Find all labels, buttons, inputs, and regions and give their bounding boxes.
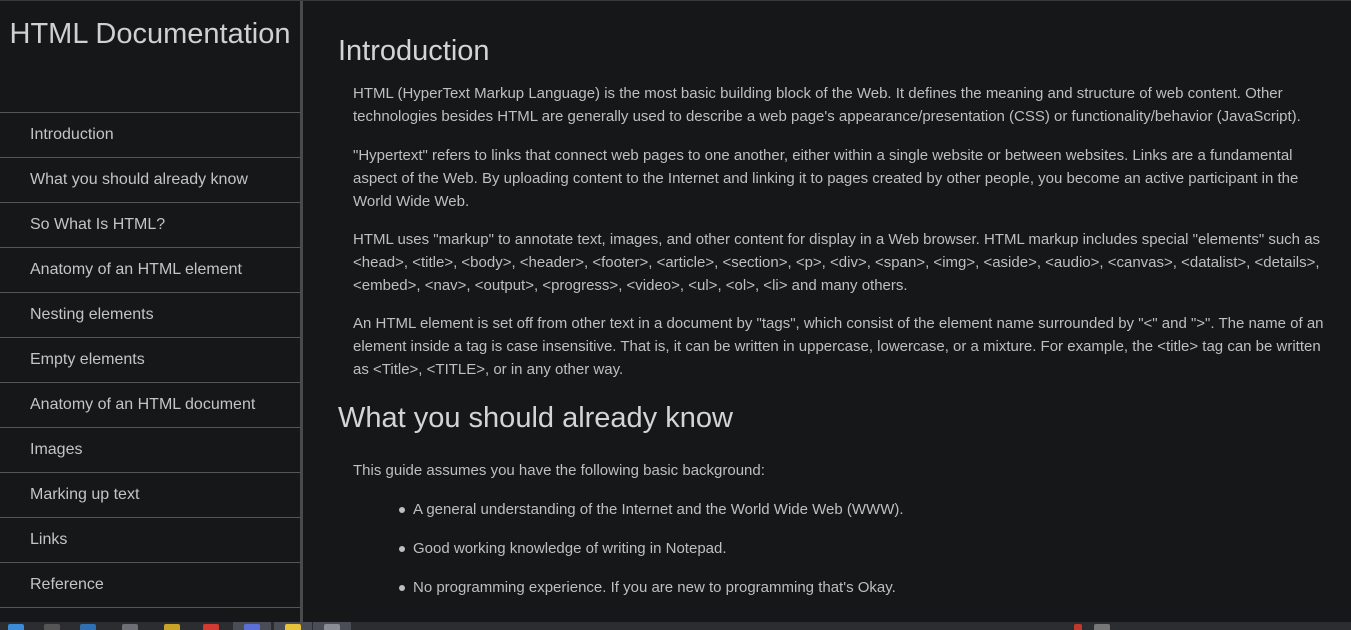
nav-link-introduction[interactable]: Introduction xyxy=(0,113,300,158)
browser-page: HTML Documentation Introduction What you… xyxy=(0,0,1351,630)
list-item-text: A general understanding of the Internet … xyxy=(413,501,904,518)
section-what-you-should-already-know: What you should already know This guide … xyxy=(338,399,1325,599)
list-item-text: Good working knowledge of writing in Not… xyxy=(413,540,727,557)
bullet-icon xyxy=(399,585,405,591)
sidebar-header: HTML Documentation xyxy=(0,1,300,113)
tray-icon[interactable] xyxy=(1094,624,1110,630)
list-item-text: No programming experience. If you are ne… xyxy=(413,579,896,596)
app-icon[interactable] xyxy=(164,624,180,630)
bullet-icon xyxy=(399,507,405,513)
section-heading-what-you-should-know: What you should already know xyxy=(338,402,733,434)
background-list: A general understanding of the Internet … xyxy=(338,498,1325,599)
browser-icon[interactable] xyxy=(203,624,219,630)
content-body: Introduction HTML (HyperText Markup Lang… xyxy=(303,1,1351,599)
start-menu-icon[interactable] xyxy=(8,624,24,630)
nav-link-images[interactable]: Images xyxy=(0,428,300,473)
nav-link-empty-elements[interactable]: Empty elements xyxy=(0,338,300,383)
list-item: Good working knowledge of writing in Not… xyxy=(398,537,1325,560)
sidebar-nav: HTML Documentation Introduction What you… xyxy=(0,1,300,622)
background-intro-text: This guide assumes you have the followin… xyxy=(353,462,765,479)
list-item: A general understanding of the Internet … xyxy=(398,498,1325,521)
nav-link-anatomy-of-element[interactable]: Anatomy of an HTML element xyxy=(0,248,300,293)
list-item: No programming experience. If you are ne… xyxy=(398,576,1325,599)
terminal-icon[interactable] xyxy=(44,624,60,630)
nav-link-reference[interactable]: Reference xyxy=(0,563,300,608)
nav-link-marking-up-text[interactable]: Marking up text xyxy=(0,473,300,518)
intro-paragraph-1: HTML (HyperText Markup Language) is the … xyxy=(353,85,1301,125)
window-icon[interactable] xyxy=(285,624,301,630)
bullet-icon xyxy=(399,546,405,552)
nav-list: Introduction What you should already kno… xyxy=(0,113,300,608)
window-icon[interactable] xyxy=(244,624,260,630)
nav-link-links[interactable]: Links xyxy=(0,518,300,563)
file-manager-icon[interactable] xyxy=(80,624,96,630)
os-taskbar xyxy=(0,622,1351,630)
section-heading-introduction: Introduction xyxy=(338,35,490,67)
nav-link-anatomy-of-document[interactable]: Anatomy of an HTML document xyxy=(0,383,300,428)
tray-icon[interactable] xyxy=(1074,624,1082,630)
intro-paragraph-2: "Hypertext" refers to links that connect… xyxy=(353,147,1299,210)
intro-paragraph-3: HTML uses "markup" to annotate text, ima… xyxy=(353,231,1321,294)
section-introduction: Introduction HTML (HyperText Markup Lang… xyxy=(338,1,1325,381)
nav-link-nesting-elements[interactable]: Nesting elements xyxy=(0,293,300,338)
intro-paragraph-4: An HTML element is set off from other te… xyxy=(353,315,1324,378)
nav-link-what-you-should-already-know[interactable]: What you should already know xyxy=(0,158,300,203)
main-content[interactable]: Introduction HTML (HyperText Markup Lang… xyxy=(303,1,1351,622)
nav-link-so-what-is-html[interactable]: So What Is HTML? xyxy=(0,203,300,248)
text-editor-icon[interactable] xyxy=(122,624,138,630)
window-icon[interactable] xyxy=(324,624,340,630)
sidebar-title: HTML Documentation xyxy=(9,18,291,50)
